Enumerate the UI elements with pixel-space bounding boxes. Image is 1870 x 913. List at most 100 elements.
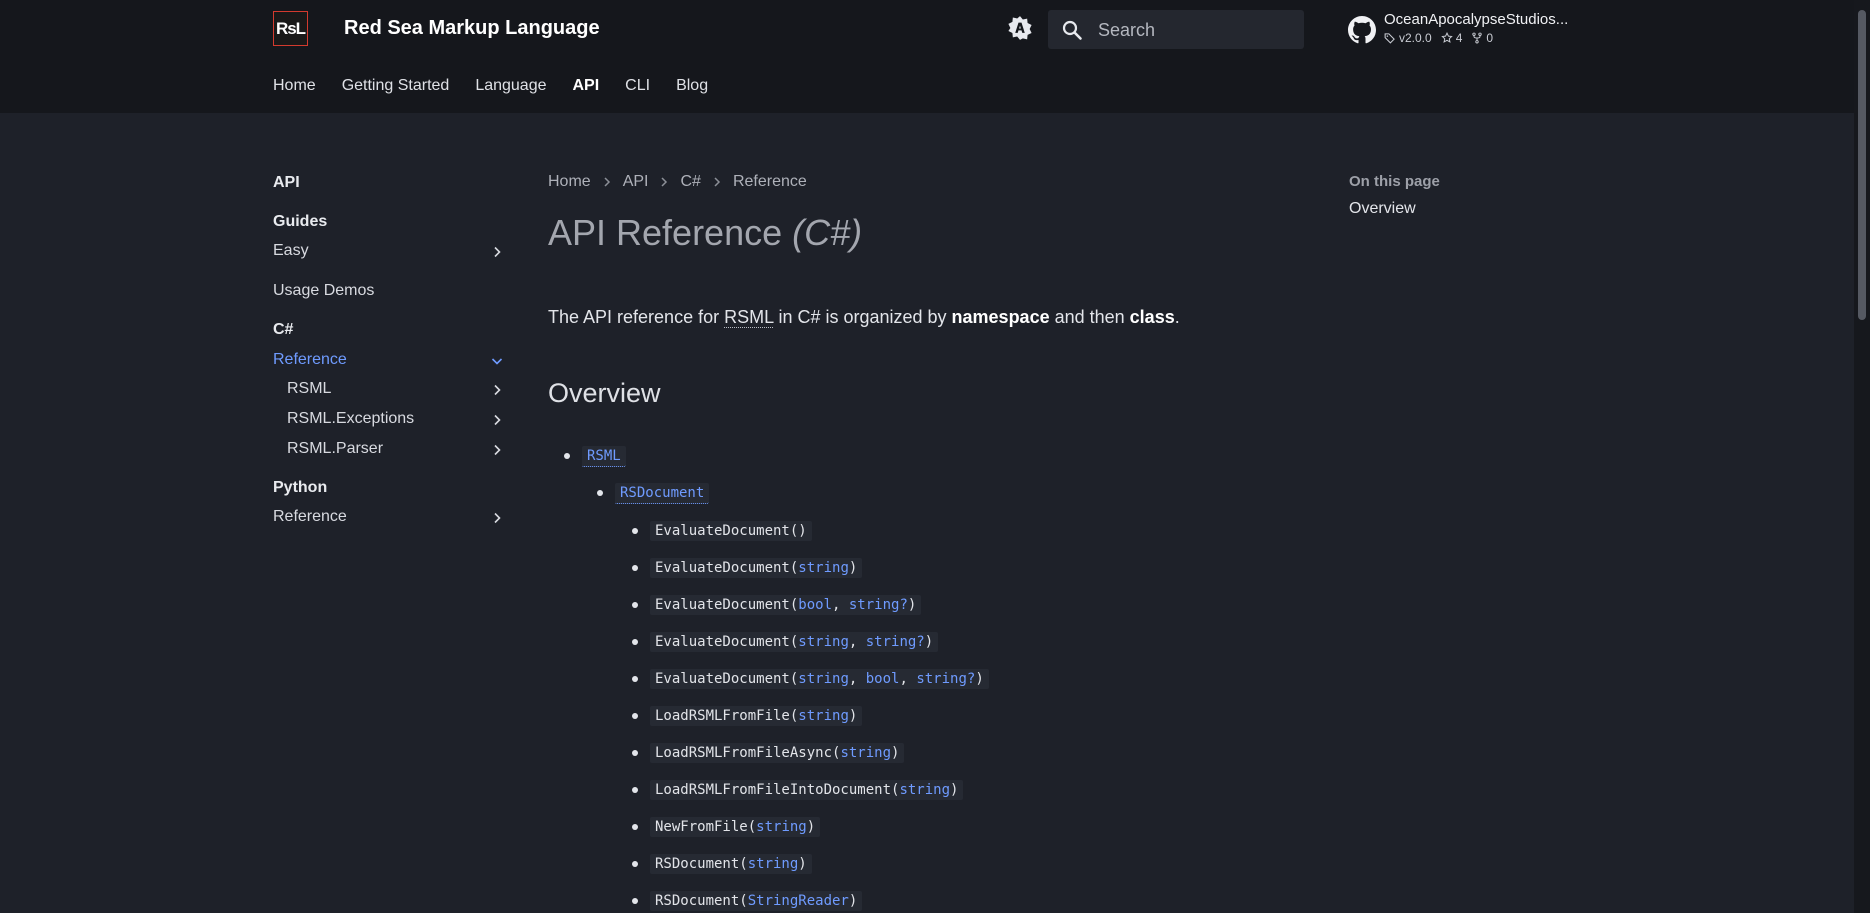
sidebar-heading-python: Python [273,479,328,496]
class-link[interactable]: RSDocument [615,483,710,504]
member-close-paren: ) [907,597,917,613]
list-item: RSDocument [597,483,710,504]
chevron-right-icon [494,512,501,524]
param-type: string [756,819,807,835]
member-name: LoadRSMLFromFileIntoDocument( [655,782,900,798]
member-close-paren: ) [975,671,984,687]
chevron-right-icon [661,177,668,187]
member-signature[interactable]: EvaluateDocument(string, string?) [650,632,939,652]
list-item: EvaluateDocument(string) [632,558,863,578]
breadcrumb: Home API C# Reference [548,173,807,191]
tab-blog[interactable]: Blog [676,77,708,95]
breadcrumb-api[interactable]: API [623,173,649,191]
member-name: LoadRSMLFromFileAsync( [655,745,841,761]
member-signature[interactable]: EvaluateDocument(string) [650,558,863,578]
intro-bold-class: class [1129,307,1175,327]
param-type: string? [916,671,976,687]
intro-text: in C# is organized by [773,307,952,327]
scrollbar-thumb[interactable] [1858,10,1866,320]
intro-text: and then [1049,307,1130,327]
chevron-right-icon [494,414,501,426]
param-type: string [899,782,951,798]
namespace-link[interactable]: RSML [582,446,626,467]
tab-getting-started[interactable]: Getting Started [342,77,450,95]
version-text: v2.0.0 [1399,31,1432,45]
tab-api[interactable]: API [573,77,600,95]
search-input[interactable] [1096,10,1300,51]
tab-cli[interactable]: CLI [625,77,650,95]
chevron-right-icon [714,177,720,187]
breadcrumb-csharp[interactable]: C# [680,173,700,191]
sidebar-heading-csharp: C# [273,321,294,338]
scrollbar[interactable] [1854,0,1870,913]
sidebar-item-csharp-reference[interactable]: Reference [273,351,505,369]
sidebar-item-rsml-exceptions[interactable]: RSML.Exceptions [287,410,505,428]
member-signature[interactable]: RSDocument(StringReader) [650,891,863,911]
sidebar-item-label: Reference [273,508,347,525]
member-close-paren: ) [798,856,807,872]
class-code: RSDocument [615,483,710,504]
member-name: EvaluateDocument( [655,597,799,613]
top-tabs: Home Getting Started Language API CLI Bl… [273,77,734,95]
member-signature[interactable]: RSDocument(string) [650,854,812,874]
bullet [632,787,638,793]
rsml-abbreviation: RSML [724,307,774,328]
list-item: LoadRSMLFromFile(string) [632,706,863,726]
tab-language[interactable]: Language [475,77,546,95]
page-title-language: (C#) [792,212,863,253]
star-icon [1440,32,1453,43]
breadcrumb-reference[interactable]: Reference [733,173,807,191]
list-item: RSDocument(string) [632,854,812,874]
list-item: LoadRSMLFromFileAsync(string) [632,743,905,763]
toc-item-overview[interactable]: Overview [1349,200,1440,218]
member-close-paren: ) [798,523,807,539]
repository-link[interactable]: OceanApocalypseStudios... v2.0.0 4 0 [1348,10,1578,50]
member-signature[interactable]: LoadRSMLFromFileAsync(string) [650,743,905,763]
list-item: RSDocument(StringReader) [632,891,863,911]
list-item: NewFromFile(string) [632,817,821,837]
member-signature[interactable]: EvaluateDocument(bool, string?) [650,595,922,615]
tab-home[interactable]: Home [273,77,316,95]
bullet [632,602,638,608]
member-name: LoadRSMLFromFile( [655,708,799,724]
member-close-paren: ) [950,782,959,798]
stars-count: 4 [1455,31,1463,45]
sidebar-item-easy[interactable]: Easy [273,242,505,260]
chevron-right-icon [494,384,501,396]
member-signature[interactable]: LoadRSMLFromFile(string) [650,706,863,726]
repository-facts: v2.0.0 4 0 [1384,31,1493,45]
bullet [632,528,638,534]
member-signature[interactable]: EvaluateDocument(string, bool, string?) [650,669,989,689]
brightness-auto-icon [1008,16,1032,40]
sidebar-item-python-reference[interactable]: Reference [273,508,505,526]
param-type: string [798,708,849,724]
header: RsL Red Sea Markup Language OceanApocaly… [0,0,1854,113]
intro-text: The API reference for [548,307,725,327]
site-title[interactable]: Red Sea Markup Language [344,17,600,40]
namespace-code: RSML [582,446,626,467]
member-signature[interactable]: EvaluateDocument() [650,521,812,541]
member-close-paren: ) [891,745,900,761]
page-title-main: API Reference [548,212,783,253]
forks-fact: 0 [1471,31,1493,45]
list-item: EvaluateDocument(bool, string?) [632,595,922,615]
member-signature[interactable]: LoadRSMLFromFileIntoDocument(string) [650,780,964,800]
bullet [632,713,638,719]
theme-toggle-button[interactable] [1007,15,1033,41]
sidebar-item-usage-demos[interactable]: Usage Demos [273,282,505,300]
member-close-paren: ) [848,893,858,909]
bullet [564,453,570,459]
list-item: LoadRSMLFromFileIntoDocument(string) [632,780,964,800]
param-type: StringReader [747,893,849,909]
sidebar-item-rsml[interactable]: RSML [287,380,505,398]
member-name: EvaluateDocument( [655,634,799,650]
member-name: EvaluateDocument( [655,560,799,576]
member-signature[interactable]: NewFromFile(string) [650,817,821,837]
site-logo[interactable]: RsL [273,11,308,46]
fork-icon [1472,32,1483,44]
chevron-right-icon [604,177,610,187]
param-type: string [798,634,849,650]
sidebar-item-rsml-parser[interactable]: RSML.Parser [287,440,505,458]
member-name: RSDocument( [655,856,748,872]
breadcrumb-home[interactable]: Home [548,173,591,191]
